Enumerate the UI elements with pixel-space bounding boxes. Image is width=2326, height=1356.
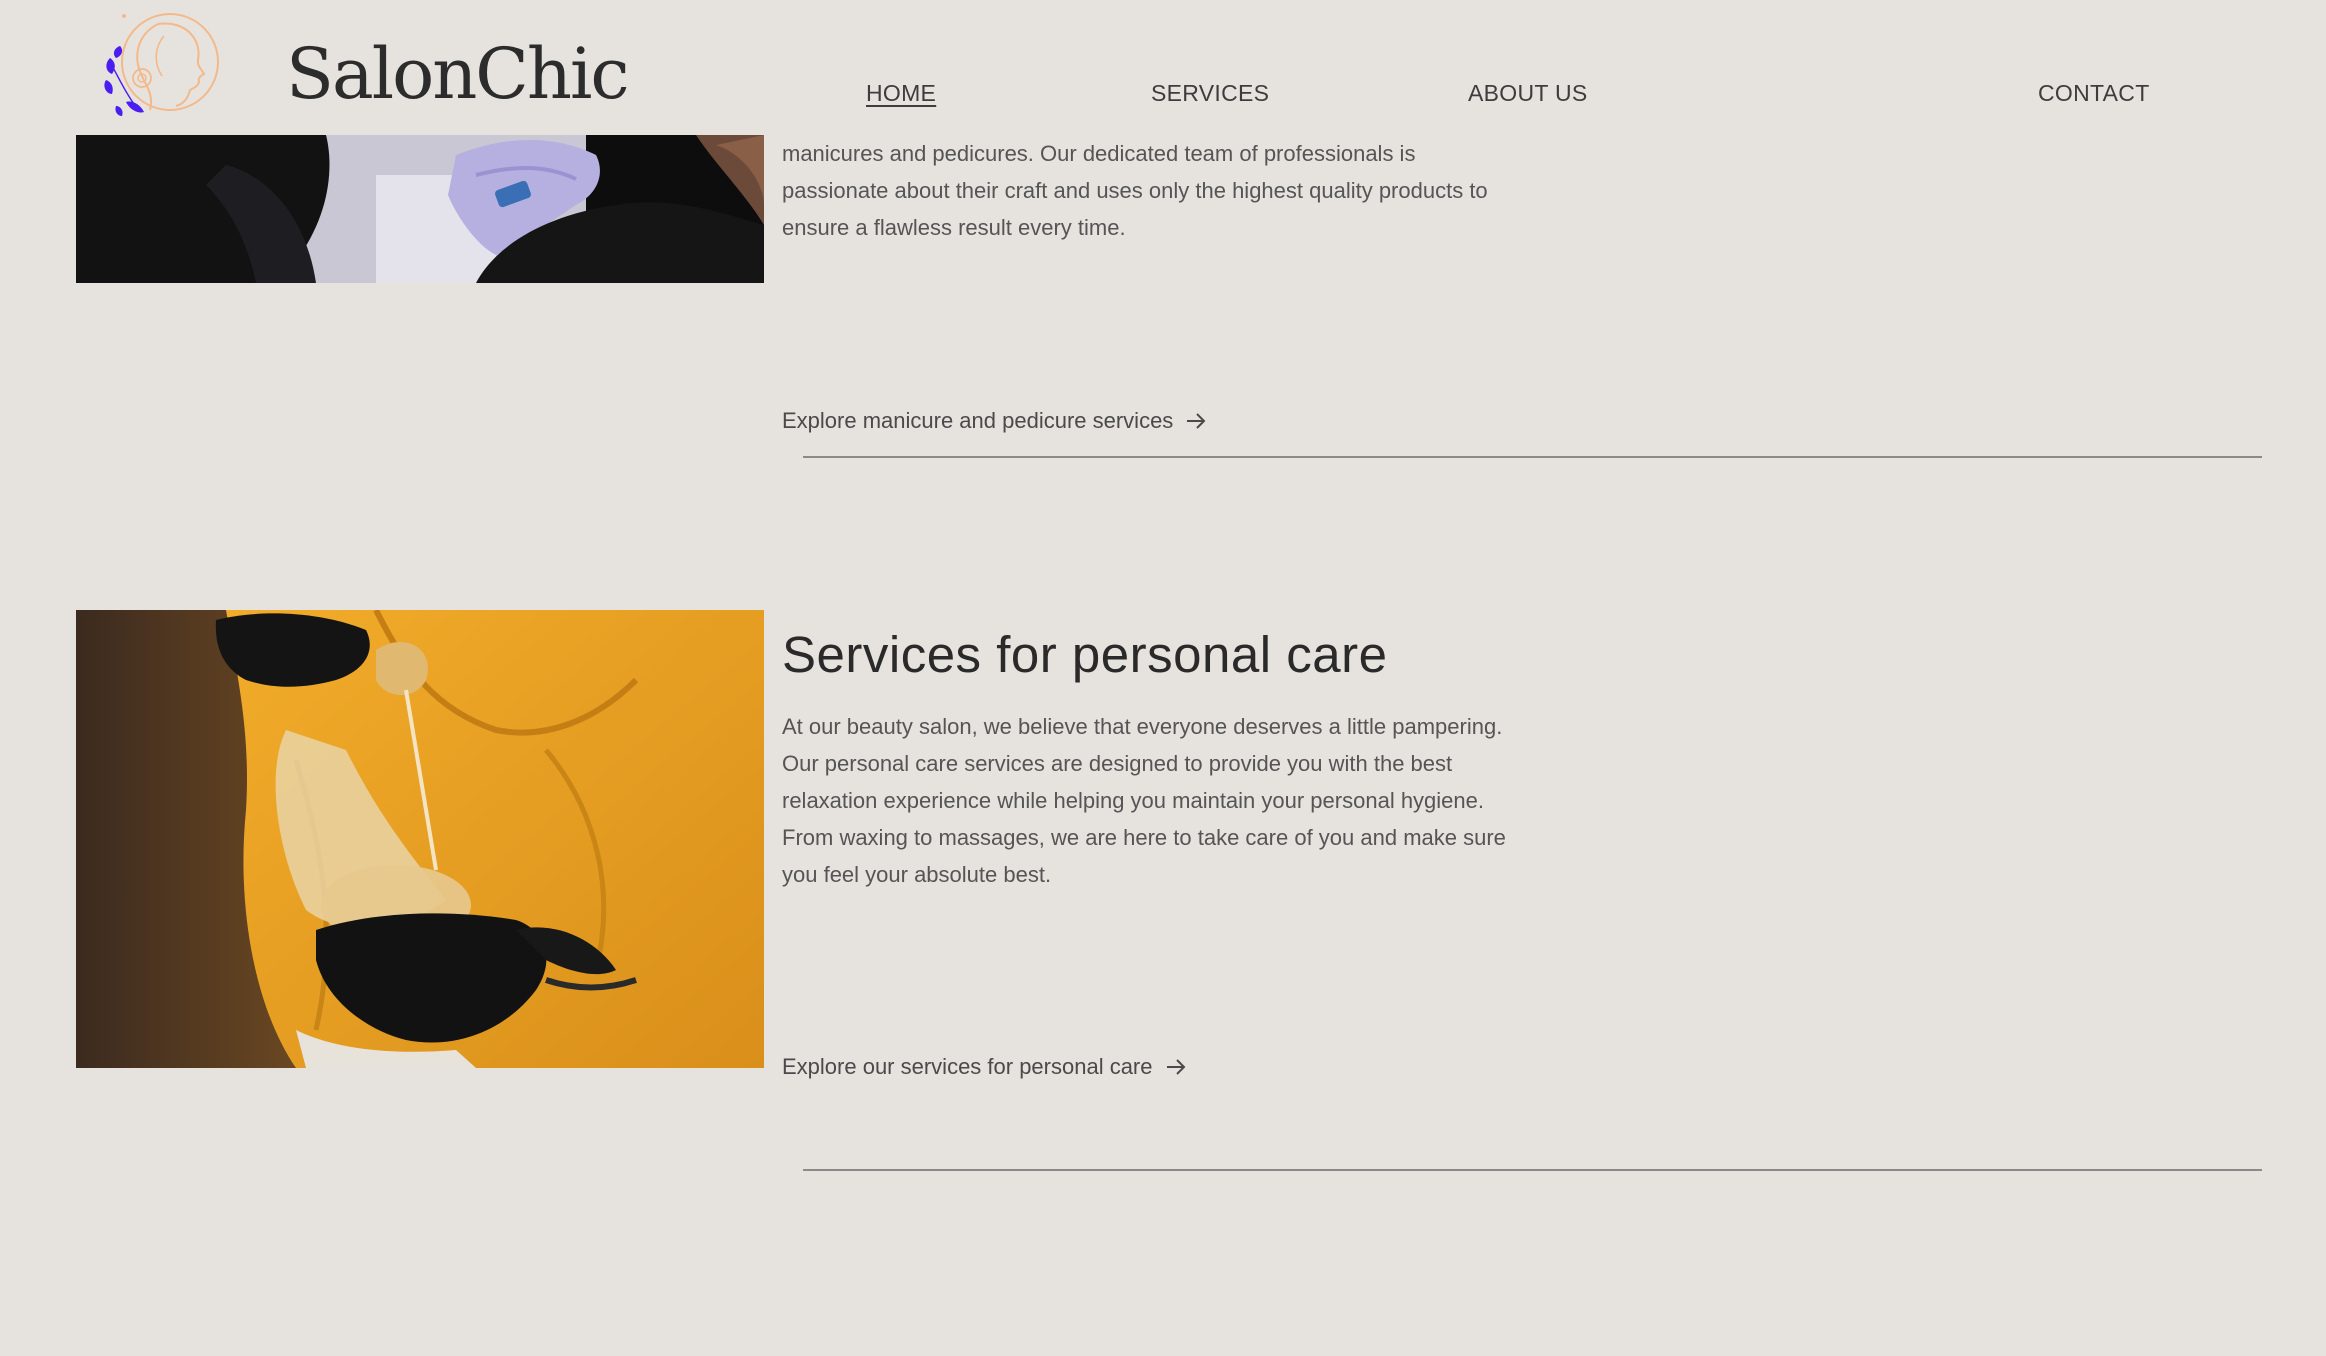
personal-care-description: At our beauty salon, we believe that eve… (782, 714, 1506, 887)
brand-name[interactable]: SalonChic (286, 28, 630, 120)
personal-care-title: Services for personal care (782, 626, 1388, 683)
explore-manicure-link[interactable]: Explore manicure and pedicure services (782, 406, 1207, 436)
explore-manicure-label: Explore manicure and pedicure services (782, 408, 1174, 433)
logo-link[interactable] (98, 6, 228, 124)
site-header: SalonChic HOME SERVICES ABOUT US CONTACT (0, 0, 2326, 135)
arrow-right-icon (1187, 413, 1206, 429)
explore-personal-care-label: Explore our services for personal care (782, 1054, 1153, 1079)
personal-care-photo (76, 610, 764, 1068)
nav-contact[interactable]: CONTACT (2038, 78, 2150, 108)
nav-services[interactable]: SERVICES (1151, 78, 1269, 108)
section-divider (803, 1169, 2262, 1171)
manicure-photo (76, 135, 764, 283)
nav-about-us[interactable]: ABOUT US (1468, 78, 1588, 108)
woman-profile-logo-icon (104, 13, 219, 116)
arrow-right-icon (1166, 1059, 1185, 1075)
section-divider (803, 456, 2262, 458)
nav-home[interactable]: HOME (866, 78, 936, 108)
manicure-description: manicures and pedicures. Our dedicated t… (782, 141, 1488, 240)
explore-personal-care-link[interactable]: Explore our services for personal care (782, 1052, 1187, 1082)
